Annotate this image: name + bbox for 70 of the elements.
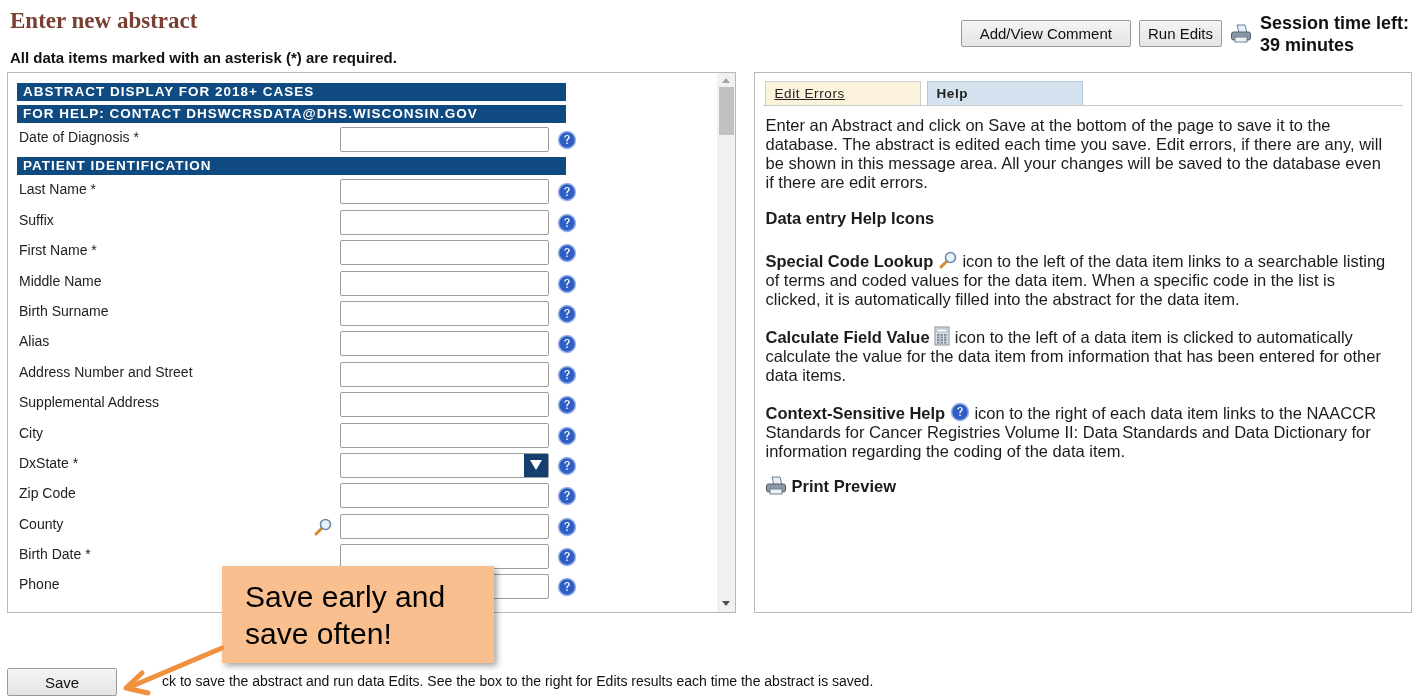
section-header: FOR HELP: CONTACT DHSWCRSDATA@DHS.WISCONSIN.GOV: [17, 105, 566, 123]
dropdown[interactable]: [340, 452, 549, 478]
input-field[interactable]: [340, 300, 549, 326]
input-field[interactable]: [340, 361, 549, 387]
help-paragraph: Context-Sensitive Help icon to the right of each data item links to the NAACCR Standards for Cancer Registries Volume II: Data Standards and Data Dictionary for information regarding the coding of the data item.: [765, 402, 1378, 461]
input-field[interactable]: [340, 483, 549, 509]
field-label: Alias: [18, 332, 51, 350]
input-field[interactable]: [340, 179, 549, 205]
help-paragraph: Calculate Field Value icon to the left of a data item is clicked to automatically calculate the value for the data item from information that has been entered for other data items.: [765, 326, 1382, 385]
search-icon[interactable]: [313, 516, 333, 537]
section-header: ABSTRACT DISPLAY FOR 2018+ CASES: [17, 83, 566, 101]
help-heading: Data entry Help Icons: [765, 209, 936, 228]
save-note: ck to save the abstract and run data Edits. See the box to the right for Edits results each time the abstract is saved.: [162, 673, 874, 689]
help-icon[interactable]: [557, 486, 577, 507]
input-field[interactable]: [340, 513, 549, 539]
tab[interactable]: Help: [927, 81, 1084, 105]
session-timer: Session time left: 39 minutes: [1260, 12, 1411, 56]
tab[interactable]: Edit Errors: [765, 81, 922, 105]
toolbar-button[interactable]: Run Edits: [1138, 20, 1222, 47]
input-field[interactable]: [340, 240, 549, 266]
input-field[interactable]: [340, 209, 549, 235]
field-label: Zip Code: [18, 484, 77, 502]
field-label: Middle Name: [18, 271, 103, 289]
input-field[interactable]: [340, 127, 549, 152]
field-label: Birth Surname: [18, 301, 110, 319]
help-intro: Enter an Abstract and click on Save at the bottom of the page to save it to the database. The abstract is edited each time you save. Edit errors, if there are any, will be shown in this message area. All your changes will be saved to the database even if there are edit errors.: [765, 116, 1384, 192]
calculator-icon[interactable]: [934, 326, 951, 346]
field-label: Last Name *: [18, 180, 98, 198]
print-preview-link[interactable]: Print Preview: [791, 476, 896, 496]
help-icon[interactable]: [557, 455, 577, 476]
field-label: Birth Date *: [18, 545, 92, 563]
field-label: First Name *: [18, 241, 98, 259]
field-label: Supplemental Address: [18, 393, 161, 411]
help-icon[interactable]: [557, 547, 577, 568]
help-icon[interactable]: [557, 303, 577, 324]
required-note: All data items marked with an asterisk (*) are required.: [10, 49, 397, 66]
field-label: DxState *: [18, 453, 80, 471]
input-field[interactable]: [340, 392, 549, 418]
save-button[interactable]: Save: [7, 668, 117, 696]
search-icon[interactable]: [937, 250, 958, 270]
input-field[interactable]: [340, 270, 549, 296]
section-header: PATIENT IDENTIFICATION: [17, 157, 566, 176]
input-field[interactable]: [340, 331, 549, 357]
help-icon[interactable]: [557, 273, 577, 294]
scrollbar[interactable]: [717, 73, 736, 612]
callout-tooltip: Save early and save often!: [222, 566, 494, 663]
help-icon[interactable]: [557, 334, 577, 355]
printer-icon[interactable]: [765, 476, 788, 496]
page-title: Enter new abstract: [10, 8, 199, 34]
dropdown-arrow-icon: [529, 459, 543, 472]
help-icon[interactable]: [557, 364, 577, 385]
help-icon[interactable]: [557, 425, 577, 446]
help-icon[interactable]: [557, 243, 577, 264]
field-label: Suffix: [18, 210, 55, 228]
help-icon[interactable]: [557, 516, 577, 537]
field-label: Address Number and Street: [18, 362, 194, 380]
help-icon[interactable]: [557, 182, 577, 203]
help-icon[interactable]: [557, 395, 577, 416]
help-icon[interactable]: [557, 212, 577, 233]
input-field[interactable]: [340, 422, 549, 448]
help-icon[interactable]: [557, 130, 577, 150]
field-label: Phone: [18, 575, 61, 593]
field-label: City: [18, 423, 45, 441]
field-label: Date of Diagnosis *: [18, 128, 140, 145]
toolbar-button[interactable]: Add/View Comment: [960, 20, 1131, 47]
printer-icon[interactable]: [1230, 24, 1252, 44]
help-paragraph: Special Code Lookup icon to the left of the data item links to a searchable listing of terms and coded values for the data item. When a specific code in the list is clicked, it is automatically filled into the abstract for the data item.: [765, 250, 1387, 309]
help-icon[interactable]: [557, 577, 577, 598]
help-icon: [949, 402, 970, 422]
field-label: County: [18, 514, 65, 532]
